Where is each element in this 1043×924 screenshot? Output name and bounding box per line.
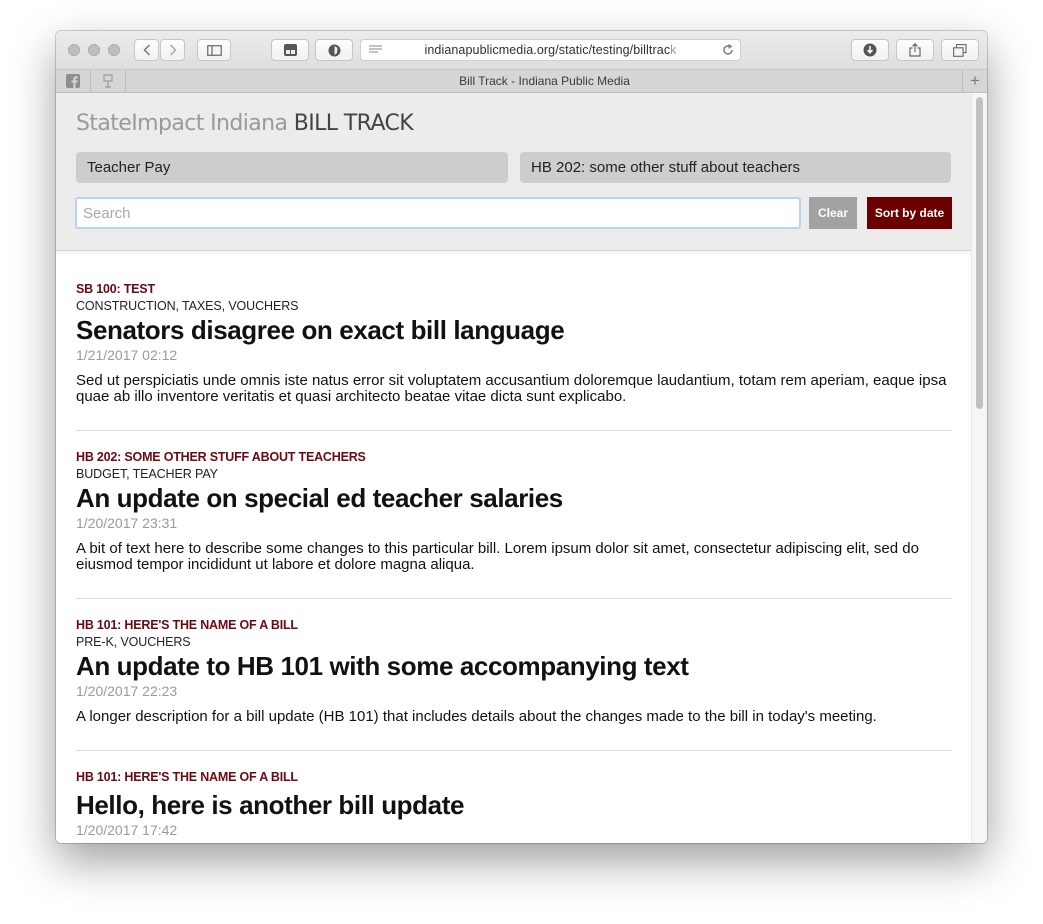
bill-name-link[interactable]: HB 202: some other stuff about teachers <box>76 450 952 464</box>
sidebar-icon <box>206 44 222 56</box>
chevron-right-icon <box>169 44 177 56</box>
update-date: 1/20/2017 17:42 <box>76 822 178 838</box>
divider <box>76 430 952 431</box>
page-scrollbar[interactable] <box>971 93 987 843</box>
forward-button[interactable] <box>160 39 185 61</box>
facebook-icon <box>66 74 80 88</box>
tabs-overview-button[interactable] <box>941 39 979 61</box>
browser-toolbar: indianapublicmedia.org/static/testing/bi… <box>56 31 987 70</box>
update-title[interactable]: Hello, here is another bill update <box>76 789 952 821</box>
update-description: A bit of text here to describe some chan… <box>76 540 919 573</box>
pinned-tab-facebook[interactable] <box>56 70 91 92</box>
update-description: A longer description for a bill update (… <box>76 708 877 725</box>
extension-button-2[interactable] <box>315 39 353 61</box>
topic-tags: Budget, Teacher Pay <box>76 467 218 481</box>
tabs-overview-icon <box>953 43 967 57</box>
update-title[interactable]: An update to HB 101 with some accompanyi… <box>76 650 952 682</box>
topic-filter[interactable]: Teacher Pay <box>76 152 508 183</box>
brand-prefix: StateImpact Indiana <box>76 111 288 136</box>
scrollbar-thumb[interactable] <box>976 97 983 409</box>
page-title: StateImpact Indiana BILL TRACK <box>76 111 414 136</box>
chevron-left-icon <box>142 44 150 56</box>
bill-update-item: HB 202: some other stuff about teachers … <box>76 450 952 573</box>
share-button[interactable] <box>896 39 934 61</box>
close-window-button[interactable] <box>68 44 80 56</box>
update-title[interactable]: Senators disagree on exact bill language <box>76 314 952 346</box>
update-description: Sed ut perspiciatis unde omnis iste natu… <box>76 372 947 405</box>
reader-icon[interactable] <box>369 45 382 55</box>
sort-by-date-button[interactable]: Sort by date <box>867 197 952 229</box>
reload-icon[interactable] <box>722 44 734 56</box>
url-text: indianapublicmedia.org/static/testing/bi… <box>424 43 676 57</box>
address-bar[interactable]: indianapublicmedia.org/static/testing/bi… <box>360 39 741 61</box>
clear-button[interactable]: Clear <box>809 197 857 229</box>
update-date: 1/20/2017 23:31 <box>76 515 178 531</box>
update-date: 1/20/2017 22:23 <box>76 683 178 699</box>
brand-suffix: BILL TRACK <box>293 111 414 136</box>
topic-tags: Construction, Taxes, Vouchers <box>76 299 299 313</box>
bill-name-link[interactable]: SB 100: test <box>76 282 952 296</box>
search-input[interactable] <box>75 197 801 229</box>
divider <box>76 598 952 599</box>
url-fade: k <box>670 43 677 57</box>
minimize-window-button[interactable] <box>88 44 100 56</box>
sidebar-button[interactable] <box>197 39 231 61</box>
extension-icon <box>283 44 297 56</box>
url-main: indianapublicmedia.org/static/testing/bi… <box>424 43 671 57</box>
back-button[interactable] <box>134 39 159 61</box>
topic-tags: Pre-K, Vouchers <box>76 635 191 649</box>
downloads-button[interactable] <box>851 39 889 61</box>
bill-name-link[interactable]: HB 101: Here's the name of a bill <box>76 618 952 632</box>
browser-window: indianapublicmedia.org/static/testing/bi… <box>56 31 987 843</box>
share-icon <box>909 43 921 57</box>
tab-bar: Bill Track - Indiana Public Media + <box>56 70 987 93</box>
pinned-site-icon <box>103 74 113 88</box>
update-date: 1/21/2017 02:12 <box>76 347 178 363</box>
pinned-tab-2[interactable] <box>91 70 126 92</box>
billtrack-header: StateImpact Indiana BILL TRACK Teacher P… <box>56 93 972 251</box>
bill-update-item: SB 100: test Construction, Taxes, Vouche… <box>76 282 952 405</box>
zoom-window-button[interactable] <box>108 44 120 56</box>
privacy-shield-icon <box>328 44 340 56</box>
bill-filter[interactable]: HB 202: some other stuff about teachers <box>520 152 951 183</box>
page-viewport: StateImpact Indiana BILL TRACK Teacher P… <box>56 93 987 843</box>
bill-update-item: HB 101: Here's the name of a bill Pre-K,… <box>76 618 952 725</box>
update-title[interactable]: An update on special ed teacher salaries <box>76 482 952 514</box>
divider <box>76 750 952 751</box>
active-tab[interactable]: Bill Track - Indiana Public Media <box>126 70 963 92</box>
download-icon <box>863 43 877 57</box>
new-tab-button[interactable]: + <box>962 70 987 92</box>
extension-button-1[interactable] <box>271 39 309 61</box>
bill-update-item: HB 101: Here's the name of a bill Hello,… <box>76 770 952 838</box>
bill-name-link[interactable]: HB 101: Here's the name of a bill <box>76 770 952 784</box>
